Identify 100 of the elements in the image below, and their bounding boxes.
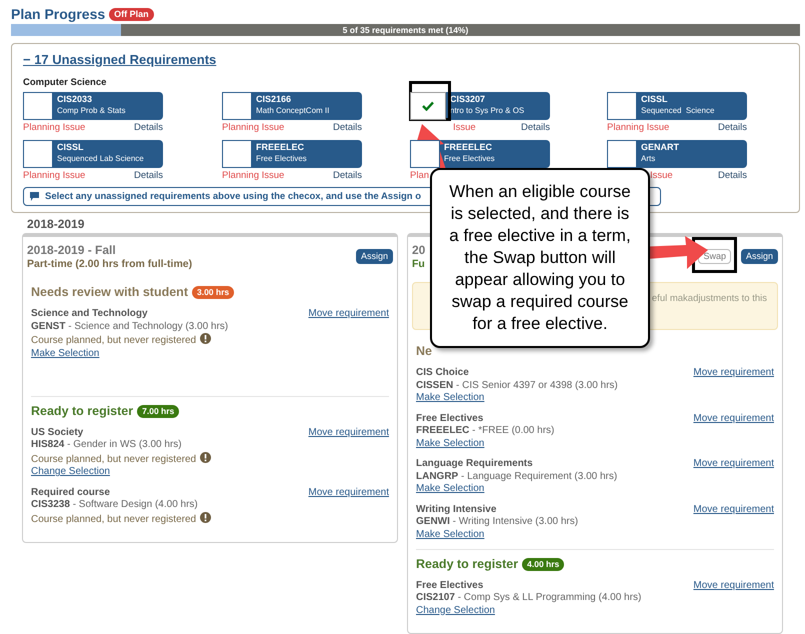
- hours-badge: 3.00 hrs: [192, 286, 234, 300]
- info-icon: [200, 512, 212, 523]
- course-line: GENWI - Writing Intensive (3.00 hrs): [416, 516, 578, 528]
- requirement-card[interactable]: GENART Arts: [607, 140, 747, 168]
- checkbox[interactable]: [222, 140, 252, 168]
- course-code: FREEELEC: [444, 141, 494, 154]
- selection-link[interactable]: Make Selection: [31, 348, 100, 360]
- course-line: GENST - Science and Technology (3.00 hrs): [31, 320, 228, 333]
- hours-badge: 7.00 hrs: [137, 404, 180, 418]
- planning-issue-label: Issue: [453, 121, 476, 134]
- planning-issue-label: Planning Issue: [607, 121, 670, 134]
- selection-link[interactable]: Make Selection: [416, 528, 484, 541]
- course-name: Free Electives: [256, 153, 307, 164]
- planning-issue-label: Planning Issue: [222, 169, 284, 182]
- move-requirement-link[interactable]: Move requirement: [693, 504, 774, 516]
- requirement-card[interactable]: CISSL Sequenced Science: [607, 92, 747, 120]
- section-heading: Ne: [416, 343, 432, 360]
- section-heading: Needs review with student: [31, 284, 188, 302]
- info-icon: [200, 333, 212, 344]
- hours-badge: 4.00 hrs: [522, 558, 564, 571]
- course-line: CIS2107 - Comp Sys & LL Programming (4.00 hrs): [416, 592, 642, 605]
- status-text: Course planned, but never registered: [31, 514, 196, 525]
- move-requirement-link[interactable]: Move requirement: [308, 426, 389, 440]
- course-code: CIS2166: [256, 93, 292, 106]
- course-name: Arts: [641, 153, 656, 164]
- details-link[interactable]: Details: [520, 121, 550, 134]
- requirement-card[interactable]: CISSL Sequenced Lab Science: [23, 140, 163, 168]
- details-link[interactable]: Details: [134, 169, 163, 182]
- checkbox[interactable]: [23, 92, 53, 120]
- status-badge: Off Plan: [109, 8, 154, 20]
- move-requirement-link[interactable]: Move requirement: [308, 308, 389, 320]
- move-requirement-link[interactable]: Move requirement: [693, 412, 774, 425]
- course-code: CISSL: [641, 93, 669, 106]
- course-line: FREEELEC - *FREE (0.00 hrs): [416, 425, 554, 438]
- planning-issue-label: Planning Issue: [222, 121, 284, 134]
- checkbox-highlight: [409, 81, 451, 121]
- checkbox[interactable]: [222, 92, 252, 120]
- planning-issue-label: Planning Issue: [23, 121, 86, 134]
- planning-issue-label: Issue: [650, 169, 673, 182]
- move-requirement-link[interactable]: Move requirement: [308, 486, 389, 500]
- requirement-category: Language Requirements: [416, 458, 534, 470]
- unassigned-toggle[interactable]: − 17 Unassigned Requirements: [23, 52, 216, 67]
- term-load: Fu: [412, 258, 426, 272]
- requirement-category: Free Electives: [416, 412, 484, 425]
- details-link[interactable]: Details: [332, 121, 362, 134]
- status-text: Course planned, but never registered: [31, 454, 196, 465]
- course-name: Sequenced Lab Science: [57, 153, 144, 164]
- course-line: LANGRP - Language Requirement (3.00 hrs): [416, 470, 618, 483]
- checkbox[interactable]: [607, 92, 637, 120]
- selection-link[interactable]: Make Selection: [416, 438, 484, 450]
- course-code: CISSL: [57, 141, 85, 154]
- status-text: Course planned, but never registered: [31, 335, 196, 346]
- assign-button[interactable]: Assign: [356, 249, 393, 264]
- requirement-card[interactable]: CIS2033 Comp Prob & Stats: [23, 92, 163, 120]
- checkbox[interactable]: [410, 92, 446, 120]
- course-line: CIS3238 - Software Design (4.00 hrs): [31, 499, 199, 512]
- section-heading: Ready to register: [31, 403, 134, 420]
- info-icon: [200, 452, 212, 463]
- course-code: GENART: [641, 141, 679, 154]
- selection-link[interactable]: Make Selection: [416, 483, 484, 496]
- group-label: Computer Science: [23, 76, 108, 90]
- requirement-card[interactable]: FREEELEC Free Electives: [410, 140, 550, 168]
- selection-link[interactable]: Change Selection: [31, 466, 110, 479]
- planning-issue-label: Plan: [410, 169, 430, 182]
- move-requirement-link[interactable]: Move requirement: [693, 367, 774, 380]
- page-title: Plan Progress: [11, 4, 106, 24]
- details-link[interactable]: Details: [718, 169, 747, 182]
- requirement-category: CIS Choice: [416, 367, 470, 380]
- planning-issue-label: Planning Issue: [23, 169, 86, 182]
- comment-icon: [30, 192, 39, 202]
- year-heading: 2018-2019: [27, 216, 86, 234]
- course-name: Free Electives: [444, 153, 495, 164]
- course-name: Sequenced Science: [641, 105, 714, 116]
- course-code: FREEELEC: [256, 141, 306, 154]
- requirement-category: Free Electives: [416, 580, 484, 592]
- course-line: CISSEN - CIS Senior 4397 or 4398 (3.00 hrs): [416, 380, 618, 392]
- requirement-card[interactable]: FREEELEC Free Electives: [222, 140, 362, 168]
- checkbox[interactable]: [410, 140, 440, 168]
- alert-text: eful makadjustments to this: [652, 292, 767, 306]
- checkbox[interactable]: [607, 140, 637, 168]
- check-icon: [422, 101, 434, 112]
- section-heading: Ready to register: [416, 556, 518, 573]
- requirement-category: Required course: [31, 486, 111, 500]
- requirement-category: US Society: [31, 426, 84, 440]
- requirement-card[interactable]: CIS2166 Math ConceptCom II: [222, 92, 362, 120]
- details-link[interactable]: Details: [718, 121, 747, 134]
- requirement-category: Science and Technology: [31, 308, 149, 320]
- term-title: 20: [412, 243, 426, 258]
- details-link[interactable]: Details: [332, 169, 362, 182]
- selection-link[interactable]: Make Selection: [416, 392, 484, 404]
- move-requirement-link[interactable]: Move requirement: [693, 580, 774, 592]
- move-requirement-link[interactable]: Move requirement: [693, 458, 774, 470]
- course-line: HIS824 - Gender in WS (3.00 hrs): [31, 439, 183, 452]
- details-link[interactable]: Details: [134, 121, 163, 134]
- course-name: Math ConceptCom II: [256, 105, 330, 116]
- assign-button[interactable]: Assign: [740, 249, 778, 264]
- info-text: Select any unassigned requirements above using the checox, and use the Assign o: [45, 190, 422, 204]
- selection-link[interactable]: Change Selection: [416, 604, 495, 618]
- requirement-category: Writing Intensive: [416, 504, 498, 516]
- checkbox[interactable]: [23, 140, 53, 168]
